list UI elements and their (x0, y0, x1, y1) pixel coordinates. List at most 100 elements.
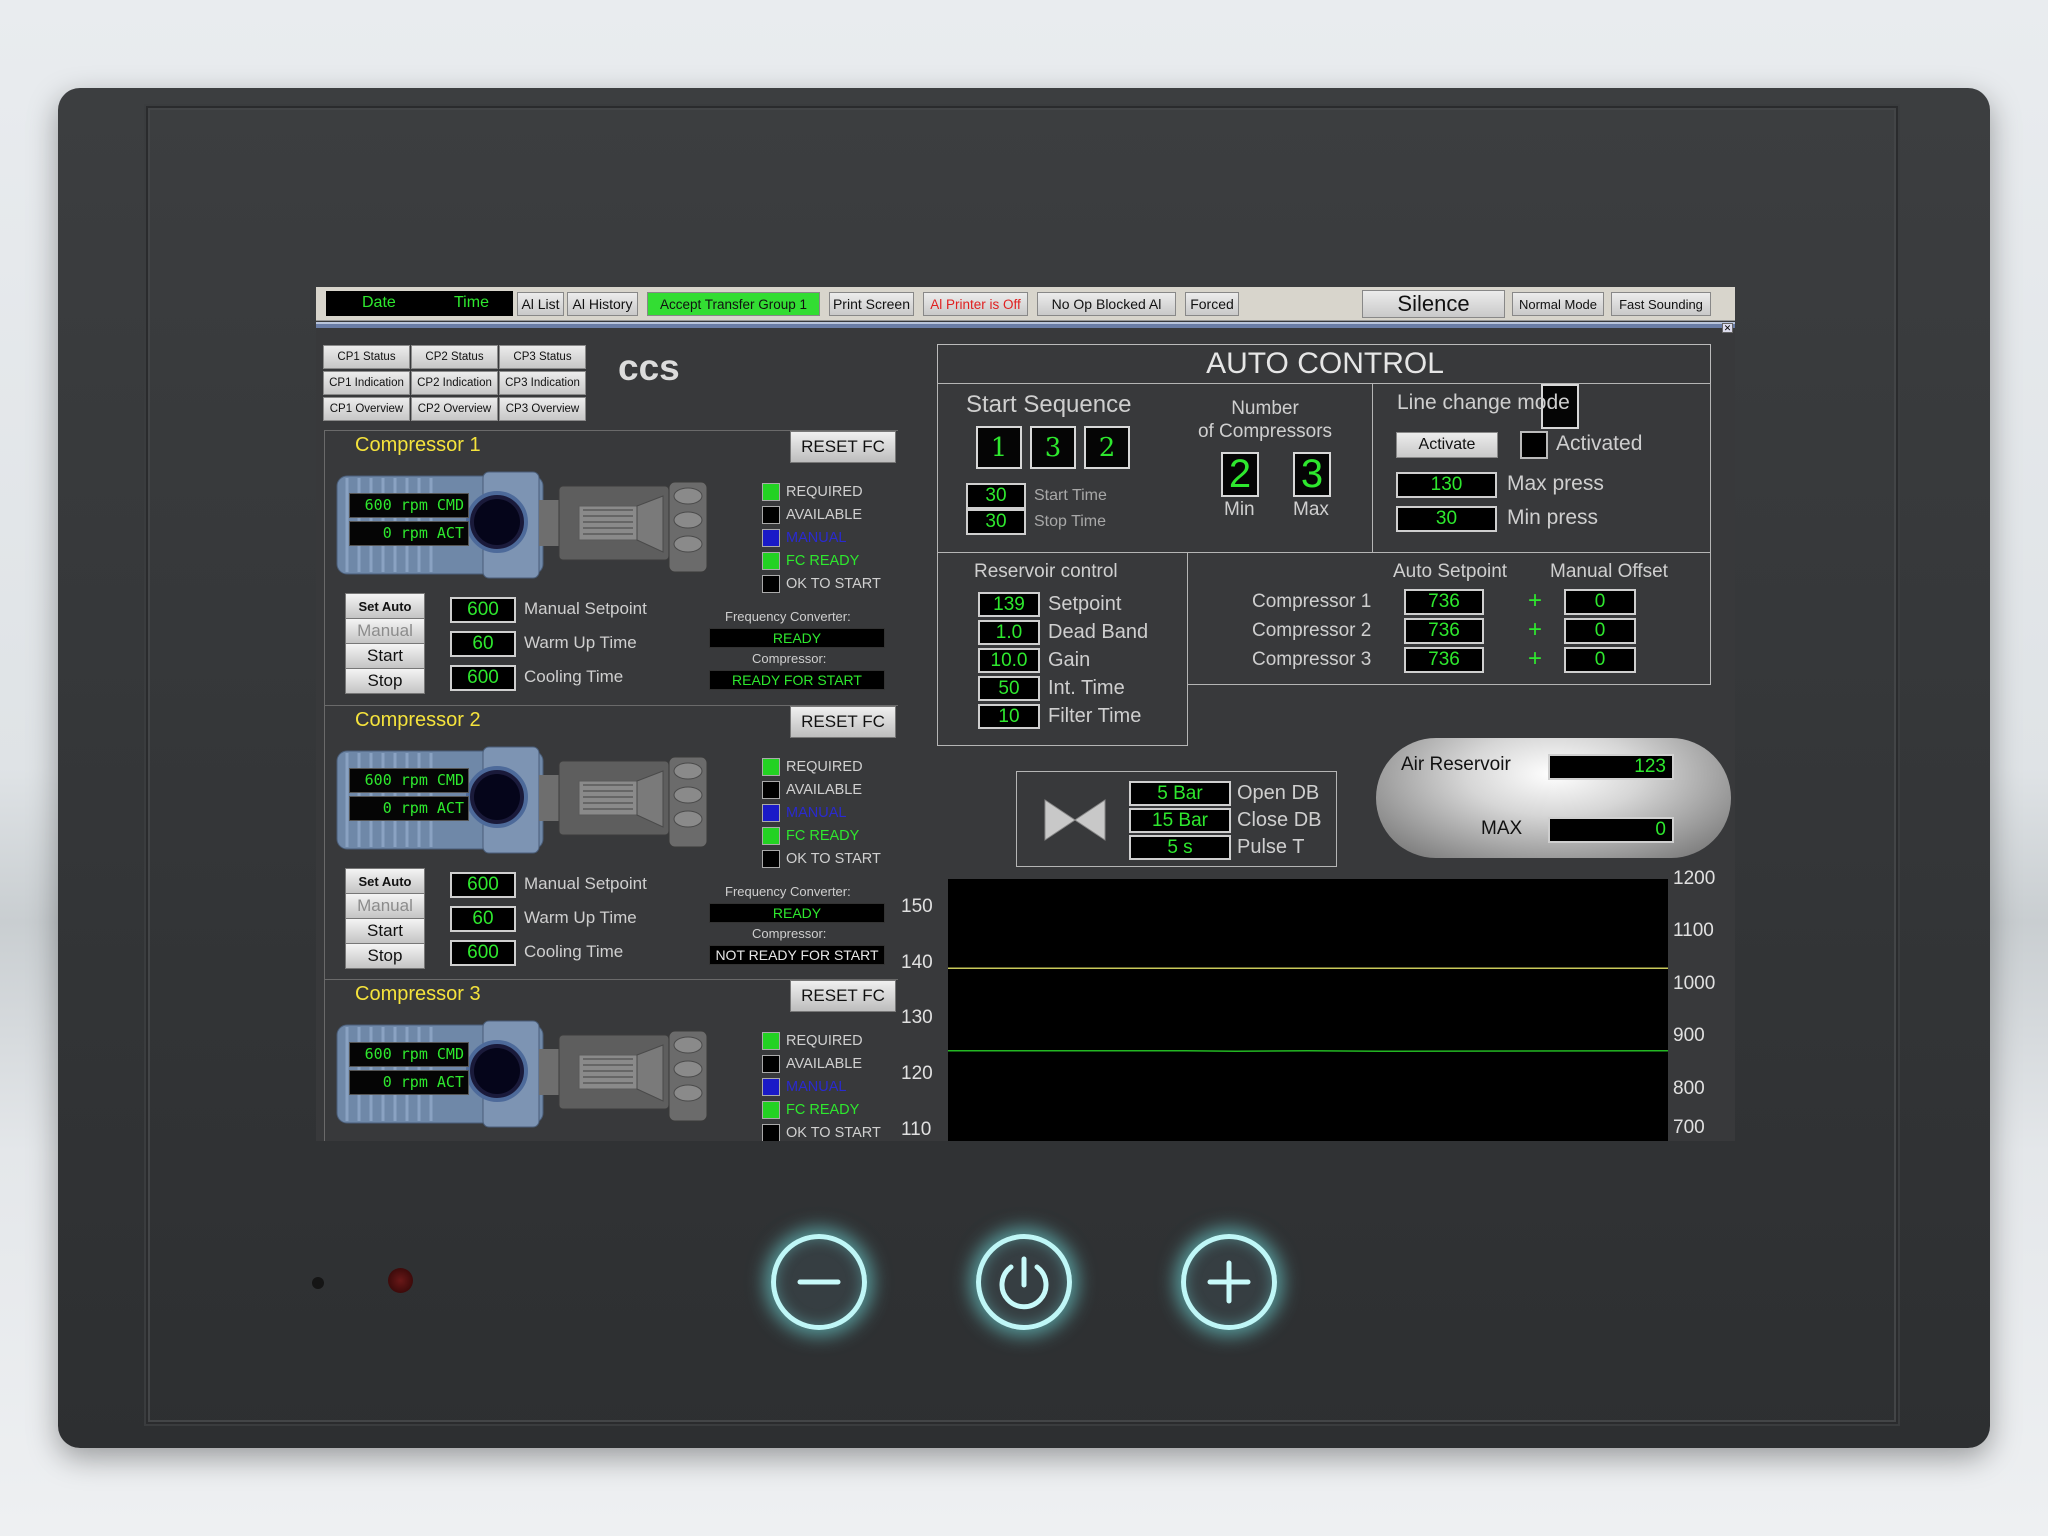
rpm-cmd-display: 600 rpm CMD (349, 1042, 469, 1067)
manual-button[interactable]: Manual (345, 618, 425, 644)
normal-mode-button[interactable]: Normal Mode (1512, 292, 1604, 316)
accept-transfer-button[interactable]: Accept Transfer Group 1 (647, 292, 820, 316)
status-label: FC READY (786, 1102, 860, 1118)
pulse-t-input[interactable]: 5 s (1129, 835, 1231, 860)
max-press-input[interactable]: 130 (1396, 472, 1497, 498)
valve-icon[interactable] (1043, 796, 1107, 844)
setpoint-section: Auto Setpoint Manual Offset Compressor 1… (1187, 552, 1711, 685)
start-button[interactable]: Start (345, 643, 425, 669)
alarm-printer-button[interactable]: Al Printer is Off (923, 292, 1028, 316)
reservoir-control-title: Reservoir control (974, 561, 1118, 582)
status-label: OK TO START (786, 851, 881, 867)
set-auto-button[interactable]: Set Auto (345, 868, 425, 894)
start-button[interactable]: Start (345, 918, 425, 944)
cp-nav-button[interactable]: CP2 Overview (411, 397, 498, 421)
reset-fc-button[interactable]: RESET FC (790, 980, 896, 1012)
max-compressors-display[interactable]: 3 (1293, 452, 1331, 497)
warm-up-time-input[interactable]: 60 (450, 631, 516, 657)
plus-sign: + (1528, 645, 1543, 672)
stop-button[interactable]: Stop (345, 668, 425, 694)
sequence-slot-3[interactable]: 2 (1084, 426, 1130, 469)
reset-fc-button[interactable]: RESET FC (790, 431, 896, 463)
close-icon[interactable]: ✕ (1722, 323, 1733, 333)
reservoir-param-input[interactable]: 10 (978, 704, 1040, 729)
right-axis-tick: 1000 (1673, 972, 1716, 994)
alarm-list-button[interactable]: Al List (517, 292, 564, 316)
min-press-input[interactable]: 30 (1396, 506, 1497, 532)
compressor-status: READY FOR START (709, 670, 885, 690)
cp-nav-button[interactable]: CP1 Overview (323, 397, 410, 421)
open-db-input[interactable]: 5 Bar (1129, 781, 1231, 806)
set-auto-button[interactable]: Set Auto (345, 593, 425, 619)
start-time-input[interactable]: 30 (966, 483, 1026, 509)
cooling-time-input[interactable]: 600 (450, 665, 516, 691)
status-indicator: REQUIRED (762, 756, 863, 778)
setpoint-compressor-name: Compressor 1 (1252, 591, 1372, 612)
no-op-blocked-button[interactable]: No Op Blocked Al (1037, 292, 1176, 316)
power-button[interactable] (976, 1234, 1072, 1330)
sequence-slot-1[interactable]: 1 (976, 426, 1022, 469)
cp-nav-button[interactable]: CP2 Status (411, 345, 498, 369)
status-label: REQUIRED (786, 484, 863, 500)
manual-offset-header: Manual Offset (1550, 561, 1668, 582)
min-compressors-display[interactable]: 2 (1221, 452, 1259, 497)
air-reservoir-tank: Air Reservoir 123 MAX 0 (1376, 738, 1731, 858)
auto-setpoint-header: Auto Setpoint (1393, 561, 1508, 582)
cp-nav-button[interactable]: CP1 Indication (323, 371, 410, 395)
print-screen-button[interactable]: Print Screen (829, 292, 914, 316)
reservoir-param-input[interactable]: 139 (978, 592, 1040, 617)
compressor-title: Compressor 2 (355, 709, 481, 731)
left-axis-tick: 140 (901, 951, 933, 973)
status-indicator: FC READY (762, 1099, 859, 1121)
silence-button[interactable]: Silence (1362, 290, 1505, 318)
cp-nav-button[interactable]: CP3 Indication (499, 371, 586, 395)
status-lamp (762, 506, 780, 524)
stop-button[interactable]: Stop (345, 943, 425, 969)
status-label: AVAILABLE (786, 507, 863, 523)
manual-offset-input[interactable]: 0 (1564, 589, 1636, 615)
manual-button[interactable]: Manual (345, 893, 425, 919)
setpoint-compressor-name: Compressor 2 (1252, 620, 1372, 641)
reservoir-param-input[interactable]: 10.0 (978, 648, 1040, 673)
cp-nav-button[interactable]: CP3 Status (499, 345, 586, 369)
forced-button[interactable]: Forced (1185, 292, 1239, 316)
sequence-slot-2[interactable]: 3 (1030, 426, 1076, 469)
manual-offset-input[interactable]: 0 (1564, 647, 1636, 673)
plus-button[interactable] (1181, 1234, 1277, 1330)
reservoir-param-label: Int. Time (1048, 677, 1125, 699)
pulse-t-label: Pulse T (1237, 836, 1305, 858)
cp-nav-button[interactable]: CP1 Status (323, 345, 410, 369)
status-lamp (762, 827, 780, 845)
warm-up-time-input[interactable]: 60 (450, 906, 516, 932)
right-axis-tick: 800 (1673, 1077, 1705, 1099)
reservoir-param-input[interactable]: 1.0 (978, 620, 1040, 645)
stop-time-label: Stop Time (1034, 513, 1107, 530)
status-indicator: OK TO START (762, 848, 881, 870)
cooling-time-input[interactable]: 600 (450, 940, 516, 966)
stop-time-input[interactable]: 30 (966, 509, 1026, 535)
fast-sounding-button[interactable]: Fast Sounding (1611, 292, 1711, 316)
warm-up-time-label: Warm Up Time (524, 633, 637, 652)
min-press-label: Min press (1507, 506, 1599, 529)
status-lamp (762, 1124, 780, 1141)
alarm-history-button[interactable]: Al History (567, 292, 638, 316)
manual-offset-input[interactable]: 0 (1564, 618, 1636, 644)
pressure-trend-chart (948, 879, 1668, 1141)
cp-nav-button[interactable]: CP2 Indication (411, 371, 498, 395)
close-db-input[interactable]: 15 Bar (1129, 808, 1231, 833)
max-label: Max (1293, 499, 1329, 520)
status-lamp (762, 1078, 780, 1096)
fc-status: READY (709, 903, 885, 923)
manual-setpoint-input[interactable]: 600 (450, 872, 516, 898)
motor-graphic: 600 rpm CMD 0 rpm ACT (333, 466, 785, 584)
app-title: ccs (618, 347, 680, 388)
status-lamp (762, 804, 780, 822)
manual-setpoint-input[interactable]: 600 (450, 597, 516, 623)
reservoir-param-input[interactable]: 50 (978, 676, 1040, 701)
reset-fc-button[interactable]: RESET FC (790, 706, 896, 738)
valve-section: 5 Bar Open DB 15 Bar Close DB 5 s Pulse … (1016, 771, 1337, 867)
cp-nav-button[interactable]: CP3 Overview (499, 397, 586, 421)
activate-button[interactable]: Activate (1396, 432, 1498, 458)
minus-button[interactable] (771, 1234, 867, 1330)
start-sequence-section: Start Sequence 1 3 2 30 Start Time 30 St… (937, 383, 1579, 553)
